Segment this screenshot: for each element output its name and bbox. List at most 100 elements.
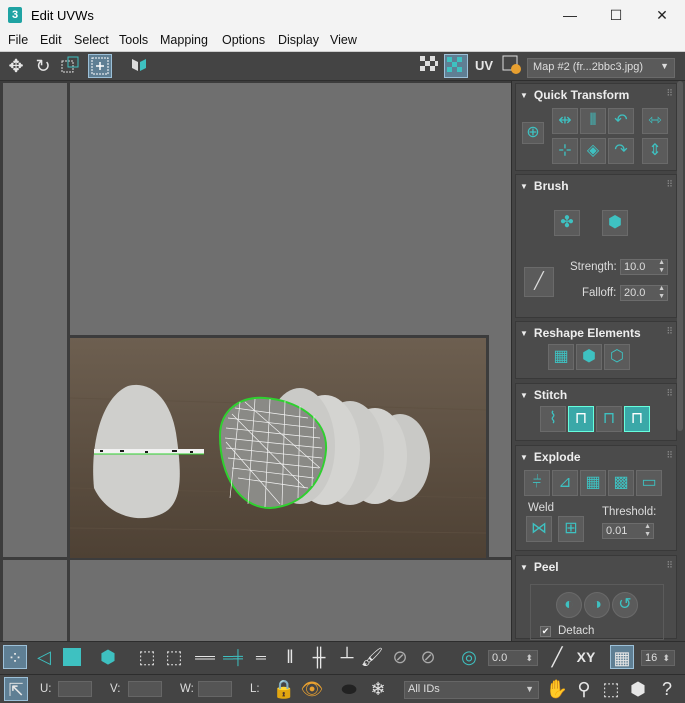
- hide-icon[interactable]: ⬬: [337, 677, 361, 701]
- peel-reset-icon[interactable]: ↺: [612, 592, 638, 618]
- checker-teal-icon[interactable]: [444, 54, 468, 78]
- peel-mode-icon[interactable]: ◑: [584, 592, 610, 618]
- soft-selection-icon[interactable]: ◎: [457, 645, 481, 669]
- falloff-distance-icon[interactable]: ╱: [545, 645, 569, 669]
- strength-spinner[interactable]: 10.0 ▲ ▼: [620, 259, 668, 275]
- grow-selection-icon[interactable]: ═╪: [221, 645, 245, 669]
- relax-brush-icon[interactable]: ⬢: [602, 210, 628, 236]
- pan-icon[interactable]: ✋: [545, 677, 569, 701]
- spinner-arrows-icon[interactable]: ⬍: [525, 651, 533, 665]
- element-mode-icon[interactable]: ⬢: [96, 645, 120, 669]
- grow-horizontal-icon[interactable]: ══: [193, 645, 217, 669]
- rotate-icon[interactable]: ↻: [31, 54, 55, 78]
- menu-select[interactable]: Select: [74, 33, 109, 47]
- explode-by-grid-icon[interactable]: ▦: [580, 470, 606, 496]
- freeform-icon[interactable]: [88, 54, 112, 78]
- uv-label[interactable]: UV: [472, 54, 496, 78]
- panel-scrollbar[interactable]: [677, 81, 683, 431]
- maximize-button[interactable]: ☐: [593, 0, 639, 30]
- mirror-icon[interactable]: [127, 54, 151, 78]
- checker-icon[interactable]: [417, 54, 441, 78]
- threshold-spinner[interactable]: 0.01 ▲ ▼: [602, 523, 654, 539]
- menu-view[interactable]: View: [330, 33, 357, 47]
- menu-tools[interactable]: Tools: [119, 33, 148, 47]
- brush-curve-icon[interactable]: ╱: [524, 267, 554, 297]
- explode-by-angle-icon[interactable]: ⊿: [552, 470, 578, 496]
- ids-dropdown[interactable]: All IDs ▼: [404, 681, 539, 699]
- brush-header[interactable]: ▼ Brush: [520, 179, 569, 193]
- detach-checkbox[interactable]: ✔: [540, 626, 551, 637]
- zoom-icon[interactable]: ⚲: [572, 677, 596, 701]
- weld-target-icon[interactable]: ⊞: [558, 516, 584, 542]
- xy-coords-button[interactable]: XY: [572, 645, 600, 669]
- shrink-selection-icon[interactable]: ═: [249, 645, 273, 669]
- align-vertical-icon[interactable]: ⦀: [580, 108, 606, 134]
- spinner-arrows-icon[interactable]: ⬍: [662, 651, 670, 665]
- paint-move-icon[interactable]: ✤: [554, 210, 580, 236]
- uv-viewport[interactable]: [0, 81, 511, 641]
- w-field[interactable]: [198, 681, 232, 697]
- center-pivot-icon[interactable]: ⊕: [522, 122, 544, 144]
- lock-icon[interactable]: 🔒: [272, 677, 296, 701]
- straighten-selection-icon[interactable]: ▦: [548, 344, 574, 370]
- stitch-custom-icon[interactable]: ⌇: [540, 406, 566, 432]
- explode-by-material-icon[interactable]: ▩: [608, 470, 634, 496]
- break-icon[interactable]: ⫩: [524, 470, 550, 496]
- rotate-cw-icon[interactable]: ↷: [608, 138, 634, 164]
- face-mode-icon[interactable]: [60, 645, 84, 669]
- quick-peel-icon[interactable]: ◐: [556, 592, 582, 618]
- map-dropdown[interactable]: Map #2 (fr...2bbc3.jpg) ▼: [527, 58, 675, 78]
- paint-select-icon[interactable]: 🖌: [360, 645, 384, 669]
- select-region-icon[interactable]: ⬚: [135, 645, 159, 669]
- menu-options[interactable]: Options: [222, 33, 265, 47]
- zoom-region-icon[interactable]: ⬚: [599, 677, 623, 701]
- grid-size-field[interactable]: 16 ⬍: [641, 650, 675, 666]
- weld-selected-icon[interactable]: ⋈: [526, 516, 552, 542]
- stitch-to-target-icon[interactable]: ⊓: [568, 406, 594, 432]
- help-icon[interactable]: ?: [655, 677, 679, 701]
- straighten-icon[interactable]: ◈: [580, 138, 606, 164]
- relax-settings-icon[interactable]: ⬡: [604, 344, 630, 370]
- show-icon[interactable]: 👁: [300, 677, 324, 701]
- loop-icon[interactable]: ‖: [278, 645, 302, 669]
- edge-mode-icon[interactable]: ◁: [32, 645, 56, 669]
- align-to-edge-icon[interactable]: ⊹: [552, 138, 578, 164]
- menu-display[interactable]: Display: [278, 33, 319, 47]
- align-horizontal-icon[interactable]: ⇹: [552, 108, 578, 134]
- falloff-spinner[interactable]: 20.0 ▲ ▼: [620, 285, 668, 301]
- v-field[interactable]: [128, 681, 162, 697]
- menu-file[interactable]: File: [8, 33, 28, 47]
- minimize-button[interactable]: —: [547, 0, 593, 30]
- u-field[interactable]: [58, 681, 92, 697]
- reshape-header[interactable]: ▼ Reshape Elements: [520, 326, 641, 340]
- texture-settings-icon[interactable]: [500, 54, 524, 78]
- quick-transform-header[interactable]: ▼ Quick Transform: [520, 88, 629, 102]
- space-vertical-icon[interactable]: ⇕: [642, 138, 668, 164]
- stitch-to-source-icon[interactable]: ⊓: [624, 406, 650, 432]
- space-horizontal-icon[interactable]: ⇿: [642, 108, 668, 134]
- explode-header[interactable]: ▼ Explode: [520, 450, 581, 464]
- stitch-header[interactable]: ▼ Stitch: [520, 388, 567, 402]
- angle-field[interactable]: 0.0 ⬍: [488, 650, 538, 666]
- grid-snap-icon[interactable]: ▦: [610, 645, 634, 669]
- vertex-mode-icon[interactable]: ⁘: [3, 645, 27, 669]
- move-icon[interactable]: ✥: [4, 54, 28, 78]
- menu-mapping[interactable]: Mapping: [160, 33, 208, 47]
- ring-icon[interactable]: ╫: [307, 645, 331, 669]
- spinner-arrows-icon[interactable]: ▲ ▼: [658, 259, 665, 275]
- menu-edit[interactable]: Edit: [40, 33, 62, 47]
- stitch-average-icon[interactable]: ⊓: [596, 406, 622, 432]
- spinner-arrows-icon[interactable]: ▲ ▼: [644, 523, 651, 539]
- select-region-alt-icon[interactable]: ⬚: [162, 645, 186, 669]
- zoom-extents-icon[interactable]: ⬢: [626, 677, 650, 701]
- freeze-icon[interactable]: ❄: [366, 677, 390, 701]
- paint-shrink-icon[interactable]: ⊘: [416, 645, 440, 669]
- close-button[interactable]: ✕: [639, 0, 685, 30]
- absolute-mode-icon[interactable]: ⇱: [4, 677, 28, 701]
- relax-icon[interactable]: ⬢: [576, 344, 602, 370]
- rotate-ccw-icon[interactable]: ↶: [608, 108, 634, 134]
- scale-icon[interactable]: [58, 54, 82, 78]
- edge-loop-icon[interactable]: ┴: [335, 645, 359, 669]
- paint-grow-icon[interactable]: ⊘: [388, 645, 412, 669]
- explode-settings-icon[interactable]: ▭: [636, 470, 662, 496]
